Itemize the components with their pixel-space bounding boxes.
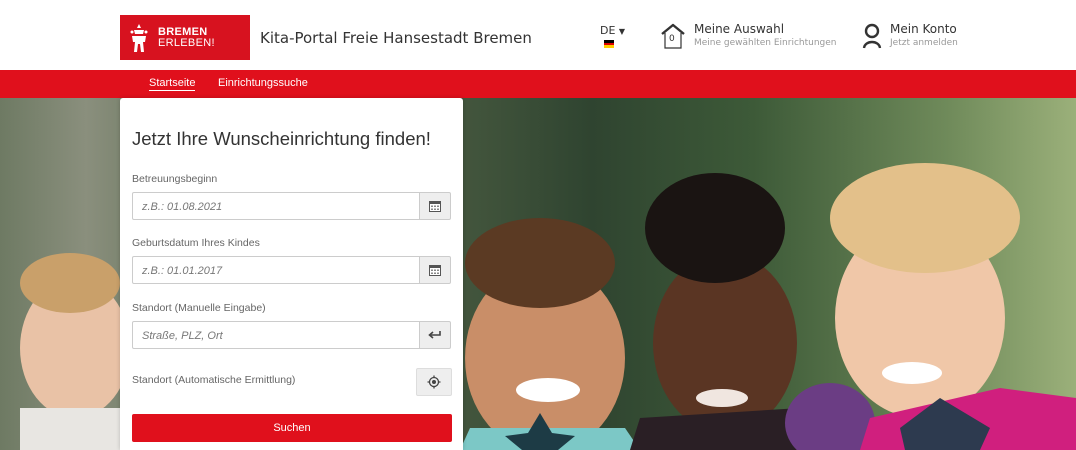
my-selection-link[interactable]: 0 Meine Auswahl Meine gewählten Einricht… xyxy=(660,22,837,50)
search-title: Jetzt Ihre Wunscheinrichtung finden! xyxy=(132,128,431,149)
bremen-logo[interactable]: BREMEN ERLEBEN! xyxy=(120,15,250,60)
main-nav: Startseite Einrichtungssuche xyxy=(0,70,1076,98)
calendar-icon[interactable] xyxy=(419,192,451,220)
bremen-logo-icon xyxy=(120,15,158,60)
search-button[interactable]: Suchen xyxy=(132,414,452,442)
enter-arrow-icon[interactable] xyxy=(419,321,451,349)
account-title: Mein Konto xyxy=(890,22,957,36)
location-label: Standort (Manuelle Eingabe) xyxy=(132,302,266,314)
selection-subtitle: Meine gewählten Einrichtungen xyxy=(694,38,837,48)
birthdate-label: Geburtsdatum Ihres Kindes xyxy=(132,237,260,249)
portal-title: Kita-Portal Freie Hansestadt Bremen xyxy=(260,29,532,47)
selection-count: 0 xyxy=(669,34,675,44)
logo-line-2: ERLEBEN! xyxy=(158,36,215,49)
language-code: DE xyxy=(600,24,616,37)
nav-startseite[interactable]: Startseite xyxy=(149,77,196,91)
location-input[interactable]: Straße, PLZ, Ort xyxy=(132,321,420,349)
logo-line-1: BREMEN xyxy=(158,25,208,38)
start-date-input[interactable]: z.B.: 01.08.2021 xyxy=(132,192,420,220)
birthdate-input[interactable]: z.B.: 01.01.2017 xyxy=(132,256,420,284)
auto-location-label: Standort (Automatische Ermittlung) xyxy=(132,374,296,386)
my-account-link[interactable]: Mein Konto Jetzt anmelden xyxy=(862,22,958,50)
search-card: Jetzt Ihre Wunscheinrichtung finden! Bet… xyxy=(120,98,463,450)
language-selector[interactable]: DE ▼ xyxy=(600,24,625,37)
site-header: BREMEN ERLEBEN! Kita-Portal Freie Hanses… xyxy=(0,0,1076,70)
nav-einrichtungssuche[interactable]: Einrichtungssuche xyxy=(218,77,308,89)
german-flag-icon xyxy=(604,40,614,48)
caret-down-icon: ▼ xyxy=(618,27,626,36)
selection-title: Meine Auswahl xyxy=(694,22,785,36)
house-icon: 0 xyxy=(660,22,686,50)
crosshair-icon[interactable] xyxy=(416,368,452,396)
start-date-label: Betreuungsbeginn xyxy=(132,173,218,185)
user-icon xyxy=(862,22,882,50)
account-subtitle: Jetzt anmelden xyxy=(890,38,958,48)
calendar-icon[interactable] xyxy=(419,256,451,284)
